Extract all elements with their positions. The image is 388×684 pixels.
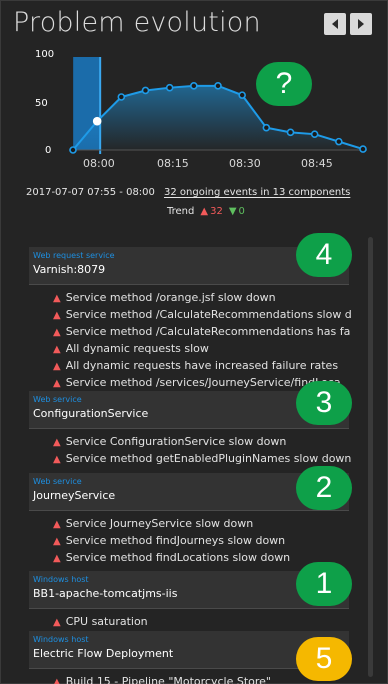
data-point [190, 82, 198, 90]
event-item[interactable]: ▲ Service ConfigurationService slow down [53, 434, 351, 451]
data-point [238, 91, 246, 99]
data-point [335, 137, 343, 146]
warning-icon: ▲ [53, 344, 61, 355]
warning-icon: ▲ [53, 293, 61, 304]
data-point [310, 130, 319, 138]
event-item[interactable]: ▲ Service method /orange.jsf slow down [53, 290, 351, 307]
data-point [69, 146, 77, 154]
x-tick-label: 08:00 [83, 157, 115, 170]
y-tick-label: 0 [45, 145, 52, 156]
trend-up-count: 32 [210, 206, 223, 217]
annotation-badge: 4 [296, 233, 352, 277]
data-point [286, 128, 295, 137]
event-item[interactable]: ▲ All dynamic requests have increased fai… [53, 358, 351, 375]
data-point [359, 145, 367, 153]
x-tick-label: 08:15 [157, 157, 189, 170]
event-group-list: Web request service Varnish:8079 ▲ Servic… [23, 233, 363, 684]
problem-evolution-panel: Problem evolution 100 50 0 08:00 08:15 0… [0, 0, 388, 684]
event-item[interactable]: ▲ Service method findJourneys slow down [53, 533, 351, 550]
x-tick-label: 08:30 [229, 157, 261, 170]
warning-icon: ▲ [53, 454, 61, 465]
annotation-badge: 3 [296, 381, 352, 425]
data-point [214, 82, 222, 90]
event-item[interactable]: ▲ Service method getEnabledPluginNames sl… [53, 451, 351, 468]
warning-icon: ▲ [53, 677, 61, 684]
y-tick-label: 100 [35, 49, 55, 60]
event-item[interactable]: ▲ Service method /CalculateRecommendation… [53, 324, 351, 341]
data-point [117, 93, 126, 101]
warning-icon: ▲ [53, 617, 61, 628]
annotation-badge: ? [256, 62, 312, 106]
data-point [92, 116, 102, 126]
chevron-left-icon [332, 19, 338, 29]
triangle-down-icon: ▼ 0 [228, 206, 245, 217]
data-point [262, 123, 271, 132]
event-item[interactable]: ▲ Service method /CalculateRecommendation… [53, 307, 351, 324]
triangle-up-icon: ▲ 32 [200, 206, 223, 217]
warning-icon: ▲ [53, 536, 61, 547]
warning-icon: ▲ [53, 361, 61, 372]
event-item[interactable]: ▲ CPU saturation [53, 614, 351, 631]
series-area [73, 85, 363, 150]
trend-down-count: 0 [238, 206, 245, 217]
list-scrollbar[interactable] [368, 237, 373, 677]
event-item[interactable]: ▲ Service JourneyService slow down [53, 516, 351, 533]
warning-icon: ▲ [53, 553, 61, 564]
time-range-label: 2017-07-07 07:55 - 08:00 [26, 187, 155, 198]
problem-evolution-chart[interactable]: 100 50 0 08:00 08:15 08:30 08:45 [1, 41, 388, 183]
next-button[interactable] [350, 13, 372, 35]
warning-icon: ▲ [53, 310, 61, 321]
group-type: Windows host [33, 635, 89, 644]
event-item[interactable]: ▲ All dynamic requests slow [53, 341, 351, 358]
previous-button[interactable] [324, 13, 346, 35]
y-tick-label: 50 [35, 98, 48, 109]
annotation-badge: 2 [296, 466, 352, 510]
page-title: Problem evolution [13, 7, 261, 38]
warning-icon: ▲ [53, 519, 61, 530]
annotation-badge: 1 [296, 562, 352, 606]
events-summary-link[interactable]: 32 ongoing events in 13 components [164, 187, 350, 198]
warning-icon: ▲ [53, 378, 61, 389]
warning-icon: ▲ [53, 437, 61, 448]
warning-icon: ▲ [53, 327, 61, 338]
trend-indicator: Trend ▲ 32 ▼ 0 [167, 206, 245, 217]
data-point [141, 86, 150, 95]
data-point [165, 83, 174, 92]
trend-label: Trend [167, 206, 195, 217]
chevron-right-icon [358, 19, 364, 29]
annotation-badge: 5 [296, 637, 352, 681]
x-tick-label: 08:45 [301, 157, 333, 170]
